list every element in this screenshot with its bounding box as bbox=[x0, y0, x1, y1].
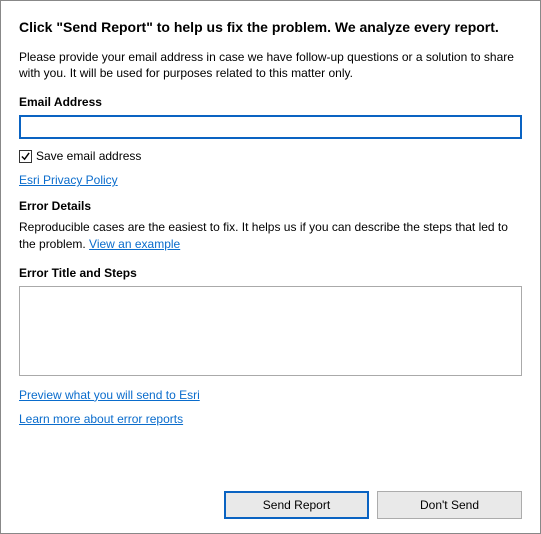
preview-link[interactable]: Preview what you will send to Esri bbox=[19, 388, 200, 402]
error-title-steps-textarea[interactable] bbox=[19, 286, 522, 376]
error-details-text: Reproducible cases are the easiest to fi… bbox=[19, 219, 522, 251]
send-report-button[interactable]: Send Report bbox=[224, 491, 369, 519]
save-email-label: Save email address bbox=[36, 149, 141, 163]
error-details-label: Error Details bbox=[19, 199, 522, 213]
button-row: Send Report Don't Send bbox=[19, 491, 522, 519]
learn-more-link[interactable]: Learn more about error reports bbox=[19, 412, 183, 426]
save-email-row: Save email address bbox=[19, 149, 522, 163]
bottom-links: Preview what you will send to Esri Learn… bbox=[19, 388, 522, 436]
dont-send-button[interactable]: Don't Send bbox=[377, 491, 522, 519]
dialog-heading: Click "Send Report" to help us fix the p… bbox=[19, 19, 522, 35]
intro-text: Please provide your email address in cas… bbox=[19, 49, 522, 81]
save-email-checkbox[interactable] bbox=[19, 150, 32, 163]
view-example-link[interactable]: View an example bbox=[89, 237, 180, 251]
email-input[interactable] bbox=[19, 115, 522, 139]
check-icon bbox=[21, 152, 30, 161]
privacy-policy-link[interactable]: Esri Privacy Policy bbox=[19, 173, 118, 187]
title-steps-label: Error Title and Steps bbox=[19, 266, 522, 280]
error-report-dialog: Click "Send Report" to help us fix the p… bbox=[0, 0, 541, 534]
email-label: Email Address bbox=[19, 95, 522, 109]
